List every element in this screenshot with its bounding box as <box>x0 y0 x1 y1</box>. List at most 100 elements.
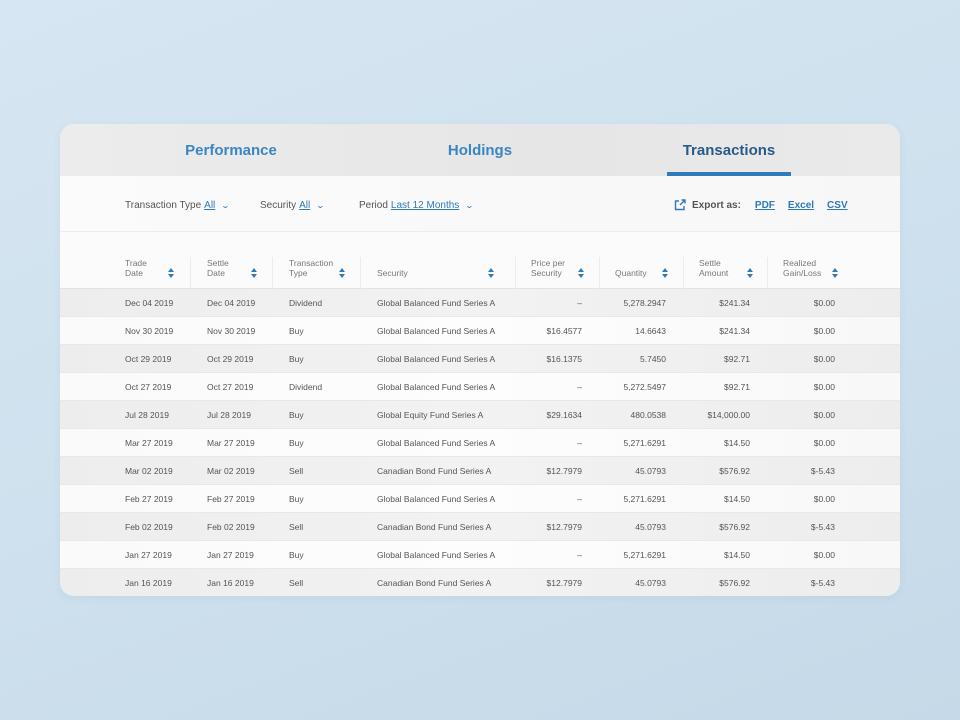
cell-realized-gain-loss: $0.00 <box>813 438 835 448</box>
sort-icon[interactable] <box>578 268 584 278</box>
cell-realized-gain-loss: $0.00 <box>813 298 835 308</box>
chevron-down-icon[interactable]: ⌄ <box>221 201 230 210</box>
cell-settle-date: Jan 27 2019 <box>207 550 254 560</box>
export-csv-link[interactable]: CSV <box>827 200 848 211</box>
column-header-label: Security <box>377 268 408 278</box>
column-header-realized-gain-loss[interactable]: Realized Gain/Loss <box>767 257 857 289</box>
cell-realized-gain-loss: $-5.43 <box>810 578 835 588</box>
cell-security: Global Balanced Fund Series A <box>377 550 496 560</box>
table-body: Dec 04 2019 Dec 04 2019 Dividend Global Bal… <box>60 289 900 596</box>
cell-security: Global Balanced Fund Series A <box>377 354 496 364</box>
external-link-icon <box>674 199 686 211</box>
table-row[interactable]: Mar 02 2019 Mar 02 2019 Sell Canadian Bond … <box>60 457 900 485</box>
cell-trade-date: Dec 04 2019 <box>125 298 174 308</box>
sort-icon[interactable] <box>339 268 345 278</box>
cell-trade-date: Jan 16 2019 <box>125 578 172 588</box>
table-row[interactable]: Jan 16 2019 Jan 16 2019 Sell Canadian Bond … <box>60 569 900 596</box>
cell-quantity: 5.7450 <box>640 354 666 364</box>
sort-icon[interactable] <box>251 268 257 278</box>
column-header-label: Settle Date <box>207 258 229 278</box>
cell-transaction-type: Buy <box>289 326 304 336</box>
column-header-security[interactable]: Security <box>360 257 515 289</box>
sort-icon[interactable] <box>832 268 838 278</box>
cell-trade-date: Jan 27 2019 <box>125 550 172 560</box>
cell-settle-amount: $14,000.00 <box>707 410 750 420</box>
cell-security: Global Balanced Fund Series A <box>377 298 496 308</box>
cell-transaction-type: Sell <box>289 578 304 588</box>
chevron-down-icon[interactable]: ⌄ <box>465 201 474 210</box>
cell-transaction-type: Sell <box>289 522 304 532</box>
cell-settle-amount: $576.92 <box>719 522 750 532</box>
cell-transaction-type: Buy <box>289 494 304 504</box>
cell-price-per-security: $12.7979 <box>546 522 582 532</box>
cell-transaction-type: Dividend <box>289 298 323 308</box>
sort-icon[interactable] <box>488 268 494 278</box>
cell-settle-amount: $92.71 <box>724 354 750 364</box>
cell-trade-date: Nov 30 2019 <box>125 326 174 336</box>
cell-price-per-security: – <box>577 298 582 308</box>
cell-settle-date: Nov 30 2019 <box>207 326 256 336</box>
table-row[interactable]: Feb 02 2019 Feb 02 2019 Sell Canadian Bond … <box>60 513 900 541</box>
transactions-card: Performance Holdings Transactions Transa… <box>60 124 900 596</box>
table-row[interactable]: Oct 29 2019 Oct 29 2019 Buy Global Balanced… <box>60 345 900 373</box>
cell-price-per-security: $12.7979 <box>546 466 582 476</box>
table-row[interactable]: Dec 04 2019 Dec 04 2019 Dividend Global Bal… <box>60 289 900 317</box>
cell-security: Canadian Bond Fund Series A <box>377 522 492 532</box>
cell-realized-gain-loss: $0.00 <box>813 326 835 336</box>
cell-security: Canadian Bond Fund Series A <box>377 466 492 476</box>
cell-trade-date: Jul 28 2019 <box>125 410 169 420</box>
cell-price-per-security: $29.1634 <box>546 410 582 420</box>
cell-quantity: 5,278.2947 <box>623 298 666 308</box>
table-row[interactable]: Nov 30 2019 Nov 30 2019 Buy Global Balanced… <box>60 317 900 345</box>
table-row[interactable]: Jan 27 2019 Jan 27 2019 Buy Global Balanced… <box>60 541 900 569</box>
column-header-trade-date[interactable]: Trade Date <box>125 257 175 289</box>
cell-settle-date: Jul 28 2019 <box>207 410 251 420</box>
security-filter[interactable]: Security All ⌄ <box>260 176 325 234</box>
transaction-type-value[interactable]: All <box>204 200 215 211</box>
table-row[interactable]: Oct 27 2019 Oct 27 2019 Dividend Global Bal… <box>60 373 900 401</box>
cell-trade-date: Oct 27 2019 <box>125 382 172 392</box>
sort-icon[interactable] <box>747 268 753 278</box>
export-excel-link[interactable]: Excel <box>788 200 814 211</box>
cell-quantity: 45.0793 <box>635 522 666 532</box>
tab-transactions-label: Transactions <box>682 141 776 159</box>
table-row[interactable]: Mar 27 2019 Mar 27 2019 Buy Global Balanced… <box>60 429 900 457</box>
security-filter-value[interactable]: All <box>299 200 310 211</box>
column-header-label: Transaction Type <box>289 258 334 278</box>
column-header-price-per-security[interactable]: Price per Security <box>515 257 599 289</box>
chevron-down-icon[interactable]: ⌄ <box>316 201 325 210</box>
cell-settle-amount: $576.92 <box>719 578 750 588</box>
cell-settle-date: Feb 02 2019 <box>207 522 255 532</box>
tab-holdings[interactable]: Holdings <box>390 124 570 176</box>
column-header-settle-amount[interactable]: Settle Amount <box>683 257 767 289</box>
cell-settle-amount: $241.34 <box>719 326 750 336</box>
cell-settle-date: Mar 02 2019 <box>207 466 255 476</box>
cell-security: Global Balanced Fund Series A <box>377 326 496 336</box>
sort-icon[interactable] <box>168 268 174 278</box>
cell-price-per-security: – <box>577 382 582 392</box>
table-row[interactable]: Jul 28 2019 Jul 28 2019 Buy Global Equity F… <box>60 401 900 429</box>
cell-transaction-type: Buy <box>289 438 304 448</box>
period-filter-value[interactable]: Last 12 Months <box>391 200 459 211</box>
column-header-quantity[interactable]: Quantity <box>599 257 683 289</box>
cell-settle-date: Oct 27 2019 <box>207 382 254 392</box>
transactions-table: Trade Date Settle Date Transaction Type Secur… <box>60 233 900 596</box>
cell-realized-gain-loss: $-5.43 <box>810 522 835 532</box>
table-row[interactable]: Feb 27 2019 Feb 27 2019 Buy Global Balanced… <box>60 485 900 513</box>
column-header-label: Trade Date <box>125 258 147 278</box>
cell-quantity: 5,271.6291 <box>623 494 666 504</box>
period-filter[interactable]: Period Last 12 Months ⌄ <box>359 176 474 234</box>
transaction-type-filter[interactable]: Transaction Type All ⌄ <box>125 176 230 234</box>
export-pdf-link[interactable]: PDF <box>755 200 775 211</box>
column-header-transaction-type[interactable]: Transaction Type <box>272 257 360 289</box>
tab-holdings-label: Holdings <box>447 141 513 159</box>
sort-icon[interactable] <box>662 268 668 278</box>
cell-transaction-type: Buy <box>289 354 304 364</box>
tab-performance[interactable]: Performance <box>140 124 322 176</box>
cell-trade-date: Oct 29 2019 <box>125 354 172 364</box>
tab-transactions[interactable]: Transactions <box>667 124 791 176</box>
cell-quantity: 45.0793 <box>635 578 666 588</box>
column-header-settle-date[interactable]: Settle Date <box>190 257 272 289</box>
cell-settle-date: Oct 29 2019 <box>207 354 254 364</box>
cell-quantity: 5,271.6291 <box>623 438 666 448</box>
